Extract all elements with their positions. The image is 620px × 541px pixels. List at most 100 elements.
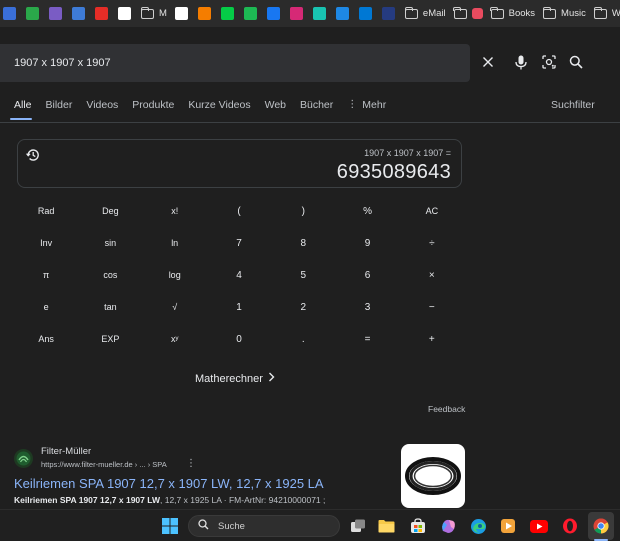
result-url[interactable]: https://www.filter-mueller.de › ... › SP… <box>41 460 167 469</box>
key-3[interactable]: 3 <box>335 291 399 323</box>
skype-bookmark[interactable] <box>358 4 372 24</box>
edge-icon[interactable] <box>468 516 488 536</box>
bookmark-2-bookmark[interactable] <box>26 4 39 24</box>
key-deg[interactable]: Deg <box>78 195 142 227</box>
bookmark-folder-email[interactable]: eMail <box>404 4 446 24</box>
key-percent[interactable]: % <box>335 195 399 227</box>
key-cos[interactable]: cos <box>78 259 142 291</box>
key-1[interactable]: 1 <box>207 291 271 323</box>
result-url-text: https://www.filter-mueller.de <box>41 460 133 469</box>
clear-search-icon[interactable] <box>479 53 497 71</box>
taskbar-search[interactable]: Suche <box>188 515 340 537</box>
key-answer[interactable]: Ans <box>14 323 78 355</box>
key-equals[interactable]: = <box>335 323 399 355</box>
key-exp[interactable]: EXP <box>78 323 142 355</box>
feedback-link[interactable]: Feedback <box>428 404 465 414</box>
key-4[interactable]: 4 <box>207 259 271 291</box>
key-factorial[interactable]: x! <box>143 195 207 227</box>
key-decimal[interactable]: . <box>271 323 335 355</box>
instagram-bookmark[interactable] <box>289 4 303 24</box>
bookmark-icon-4 <box>72 7 85 20</box>
key-rad[interactable]: Rad <box>14 195 78 227</box>
bookmark-green-bookmark[interactable] <box>243 4 257 24</box>
file-explorer-icon[interactable] <box>376 516 396 536</box>
result-site-name[interactable]: Filter-Müller <box>41 446 91 457</box>
key-0[interactable]: 0 <box>207 323 271 355</box>
tab-produkte[interactable]: Produkte <box>132 97 174 113</box>
bookmark-folder-unnamed[interactable] <box>453 4 483 24</box>
calculator-expression: 1907 x 1907 x 1907 = <box>364 148 451 158</box>
key-minus[interactable]: − <box>400 291 464 323</box>
key-e[interactable]: e <box>14 291 78 323</box>
key-tan[interactable]: tan <box>78 291 142 323</box>
microsoft-store-icon[interactable] <box>408 516 428 536</box>
key-2[interactable]: 2 <box>271 291 335 323</box>
key-open-paren[interactable]: ( <box>207 195 271 227</box>
key-sqrt[interactable]: √ <box>143 291 207 323</box>
key-close-paren[interactable]: ) <box>271 195 335 227</box>
key-pi[interactable]: π <box>14 259 78 291</box>
deviantart-bookmark[interactable] <box>220 4 234 24</box>
result-thumbnail[interactable] <box>401 444 465 508</box>
bookmark-folder-books[interactable]: Books <box>490 4 535 24</box>
bookmark-4-bookmark[interactable] <box>72 4 85 24</box>
bookmark-3-bookmark[interactable] <box>49 4 62 24</box>
key-7[interactable]: 7 <box>207 227 271 259</box>
key-6[interactable]: 6 <box>335 259 399 291</box>
tab-alle[interactable]: Alle <box>14 97 32 113</box>
tab-bilder[interactable]: Bilder <box>46 97 73 113</box>
bookmark-folder-music[interactable]: Music <box>542 4 586 24</box>
tumblr-bookmark[interactable] <box>335 4 349 24</box>
keypad-row: π cos log 4 5 6 × <box>14 259 464 291</box>
tab-buecher[interactable]: Bücher <box>300 97 333 113</box>
blogger-bookmark[interactable] <box>197 4 211 24</box>
tab-kurze-videos[interactable]: Kurze Videos <box>188 97 250 113</box>
copilot-icon[interactable] <box>438 516 458 536</box>
google-bookmark[interactable] <box>118 4 131 24</box>
key-ln[interactable]: ln <box>143 227 207 259</box>
suchfilter-button[interactable]: Suchfilter <box>551 97 595 113</box>
tab-web[interactable]: Web <box>265 97 286 113</box>
opera-icon[interactable] <box>560 516 580 536</box>
key-all-clear[interactable]: AC <box>400 195 464 227</box>
lens-camera-icon[interactable] <box>540 53 558 71</box>
task-view-icon[interactable] <box>348 516 368 536</box>
bookmark-1-bookmark[interactable] <box>3 4 16 24</box>
key-5[interactable]: 5 <box>271 259 335 291</box>
bookmark-folder-m[interactable]: M <box>140 4 167 24</box>
microphone-icon[interactable] <box>512 53 530 71</box>
x-bookmark[interactable] <box>174 4 188 24</box>
result-more-icon[interactable]: ⋮ <box>186 458 196 469</box>
calculator-keypad: Rad Deg x!()% AC Inv sin ln 7 8 9 ÷ π cos log 4 5 6 × e tan… <box>14 195 464 355</box>
facebook-bookmark[interactable] <box>266 4 280 24</box>
search-input[interactable] <box>14 54 454 72</box>
key-divide[interactable]: ÷ <box>400 227 464 259</box>
key-multiply[interactable]: × <box>400 259 464 291</box>
key-plus[interactable]: + <box>400 323 464 355</box>
folder-icon <box>404 6 418 19</box>
key-inverse[interactable]: Inv <box>14 227 78 259</box>
key-power[interactable]: xʸ <box>143 323 207 355</box>
result-title[interactable]: Keilriemen SPA 1907 12,7 x 1907 LW, 12,7… <box>14 476 324 491</box>
chrome-icon[interactable] <box>591 516 611 536</box>
belt-image <box>405 457 461 495</box>
folder-icon <box>490 6 504 19</box>
key-sin[interactable]: sin <box>78 227 142 259</box>
search-icon[interactable] <box>567 53 585 71</box>
windows-start-icon[interactable] <box>160 516 180 536</box>
keypad-row: Rad Deg x!()% AC <box>14 195 464 227</box>
key-8[interactable]: 8 <box>271 227 335 259</box>
calculator-result: 6935089643 <box>336 161 451 183</box>
matherechner-link[interactable]: Matherechner <box>195 372 275 385</box>
paypal-bookmark[interactable] <box>381 4 395 24</box>
pinterest-bookmark[interactable] <box>312 4 326 24</box>
tab-videos[interactable]: Videos <box>86 97 118 113</box>
key-log[interactable]: log <box>143 259 207 291</box>
bookmark-folder-webcam[interactable]: Webcam <box>593 4 620 24</box>
key-9[interactable]: 9 <box>335 227 399 259</box>
youtube-icon[interactable] <box>529 516 549 536</box>
youtube-bookmark[interactable] <box>95 4 108 24</box>
tab-mehr[interactable]: ⋮ Mehr <box>347 97 386 113</box>
media-app-icon[interactable] <box>498 516 518 536</box>
history-icon[interactable] <box>26 148 40 162</box>
